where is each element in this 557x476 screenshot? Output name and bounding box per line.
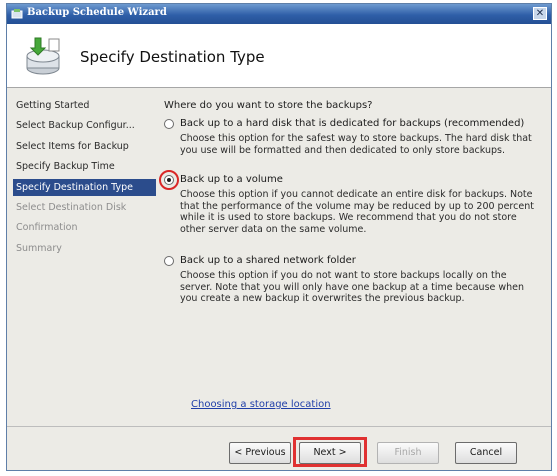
- nav-item-confirmation: Confirmation: [16, 222, 78, 233]
- nav-item-specify-backup-time[interactable]: Specify Backup Time: [13, 158, 156, 175]
- option-volume-label[interactable]: Back up to a volume: [180, 174, 283, 185]
- next-button-highlight: [293, 437, 367, 467]
- backup-app-icon: [11, 9, 23, 19]
- nav-item-select-destination-disk: Select Destination Disk: [16, 202, 127, 213]
- page-title: Specify Destination Type: [80, 48, 265, 66]
- nav-item-specify-destination-type[interactable]: Specify Destination Type: [13, 179, 156, 196]
- title-bar[interactable]: Backup Schedule Wizard ✕: [7, 4, 551, 24]
- storage-location-help-link[interactable]: Choosing a storage location: [191, 399, 331, 410]
- wizard-footer: < Previous Next > Finish Cancel: [7, 426, 551, 470]
- close-icon: ✕: [535, 8, 545, 19]
- option-dedicated-disk-description: Choose this option for the safest way to…: [180, 133, 532, 156]
- wizard-window: Backup Schedule Wizard ✕ Specify Destina…: [6, 3, 552, 471]
- radio-volume-highlight: [159, 170, 179, 190]
- nav-item-summary: Summary: [16, 243, 62, 254]
- window-title: Backup Schedule Wizard: [27, 7, 167, 18]
- radio-dedicated-disk[interactable]: [164, 119, 174, 129]
- finish-button: Finish: [377, 442, 439, 464]
- cancel-button[interactable]: Cancel: [455, 442, 517, 464]
- destination-options-panel: Where do you want to store the backups? …: [157, 88, 551, 425]
- backup-wizard-icon: [26, 37, 60, 75]
- close-button[interactable]: ✕: [533, 7, 547, 20]
- nav-item-getting-started[interactable]: Getting Started: [13, 97, 156, 114]
- nav-item-select-backup-configuration[interactable]: Select Backup Configur...: [13, 117, 156, 134]
- wizard-header: Specify Destination Type: [7, 24, 551, 88]
- wizard-steps-nav: Getting Started Select Backup Configur..…: [7, 88, 157, 470]
- option-volume-description: Choose this option if you cannot dedicat…: [180, 189, 534, 235]
- previous-button[interactable]: < Previous: [229, 442, 291, 464]
- destination-question: Where do you want to store the backups?: [164, 100, 373, 111]
- option-network-folder-label[interactable]: Back up to a shared network folder: [180, 255, 356, 266]
- radio-network-folder[interactable]: [164, 256, 174, 266]
- nav-item-select-items[interactable]: Select Items for Backup: [13, 138, 156, 155]
- option-dedicated-disk-label[interactable]: Back up to a hard disk that is dedicated…: [180, 118, 524, 129]
- option-network-folder-description: Choose this option if you do not want to…: [180, 270, 525, 304]
